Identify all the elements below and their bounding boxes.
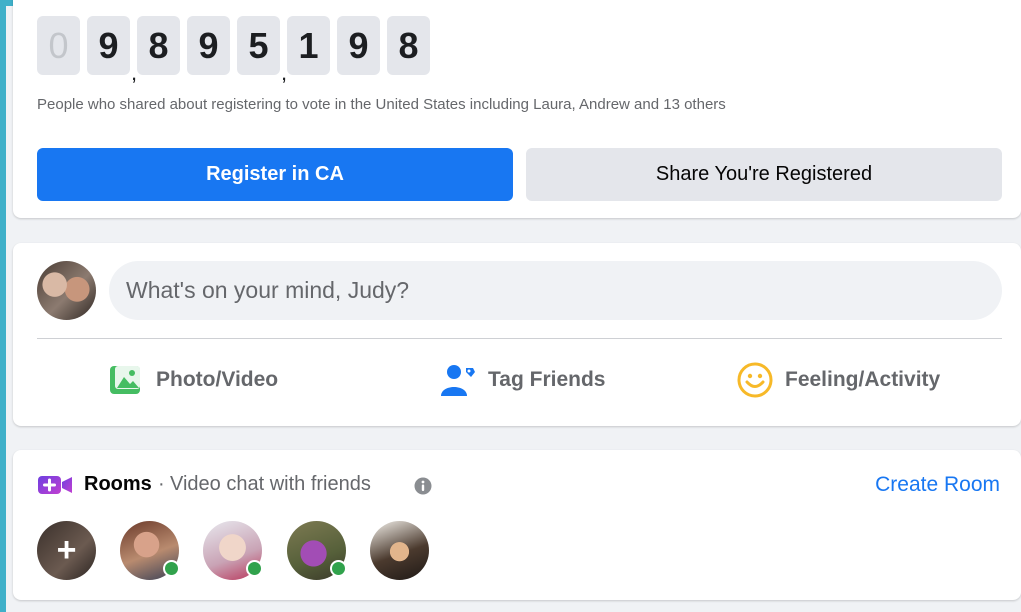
online-status-dot bbox=[246, 560, 263, 577]
composer-divider bbox=[37, 338, 1002, 339]
counter-comma: , bbox=[131, 60, 138, 85]
friend-room-avatar[interactable] bbox=[120, 521, 180, 580]
friend-room-avatar[interactable] bbox=[287, 521, 347, 580]
feeling-smiley-icon bbox=[737, 362, 773, 398]
plus-icon: + bbox=[56, 531, 77, 569]
vote-counter: 0 9 8 9 5 1 9 8 bbox=[37, 16, 437, 75]
rooms-separator: · bbox=[158, 473, 165, 495]
counter-comma: , bbox=[281, 60, 288, 85]
tag-friends-icon bbox=[440, 363, 476, 397]
tag-friends-button[interactable]: Tag Friends bbox=[440, 358, 605, 402]
create-room-link[interactable]: Create Room bbox=[875, 473, 1000, 497]
counter-digit: 9 bbox=[337, 16, 380, 75]
rooms-card: Rooms · Video chat with friends Create R… bbox=[13, 450, 1021, 600]
share-registered-button[interactable]: Share You're Registered bbox=[526, 148, 1002, 201]
friend-room-avatar[interactable] bbox=[203, 521, 263, 580]
vote-registration-card: 0 9 8 9 5 1 9 8 , , People who shared ab… bbox=[13, 0, 1021, 218]
rooms-title: Rooms bbox=[84, 473, 152, 495]
tag-friends-label: Tag Friends bbox=[488, 368, 606, 391]
register-in-ca-button[interactable]: Register in CA bbox=[37, 148, 513, 201]
rooms-subtitle: Video chat with friends bbox=[170, 473, 371, 495]
counter-digit: 8 bbox=[387, 16, 430, 75]
feeling-activity-button[interactable]: Feeling/Activity bbox=[737, 358, 940, 402]
counter-digit: 0 bbox=[37, 16, 80, 75]
friend-room-avatar[interactable] bbox=[370, 521, 429, 580]
window-frame-left bbox=[0, 0, 6, 612]
create-room-avatar-button[interactable]: + bbox=[37, 521, 96, 580]
info-icon[interactable] bbox=[414, 477, 432, 500]
counter-digit: 8 bbox=[137, 16, 180, 75]
online-status-dot bbox=[330, 560, 347, 577]
counter-digit: 1 bbox=[287, 16, 330, 75]
vote-description: People who shared about registering to v… bbox=[37, 96, 726, 113]
counter-digit: 9 bbox=[87, 16, 130, 75]
counter-digit: 9 bbox=[187, 16, 230, 75]
feeling-activity-label: Feeling/Activity bbox=[785, 368, 941, 391]
photo-video-button[interactable]: Photo/Video bbox=[108, 358, 278, 402]
post-composer-card: What's on your mind, Judy? Photo/Video T… bbox=[13, 243, 1021, 426]
counter-digit: 5 bbox=[237, 16, 280, 75]
user-avatar[interactable] bbox=[37, 261, 96, 320]
whats-on-your-mind-input[interactable]: What's on your mind, Judy? bbox=[109, 261, 1002, 320]
online-status-dot bbox=[163, 560, 180, 577]
photo-video-icon bbox=[108, 363, 144, 397]
photo-video-label: Photo/Video bbox=[156, 368, 279, 391]
rooms-video-camera-icon bbox=[37, 473, 73, 502]
